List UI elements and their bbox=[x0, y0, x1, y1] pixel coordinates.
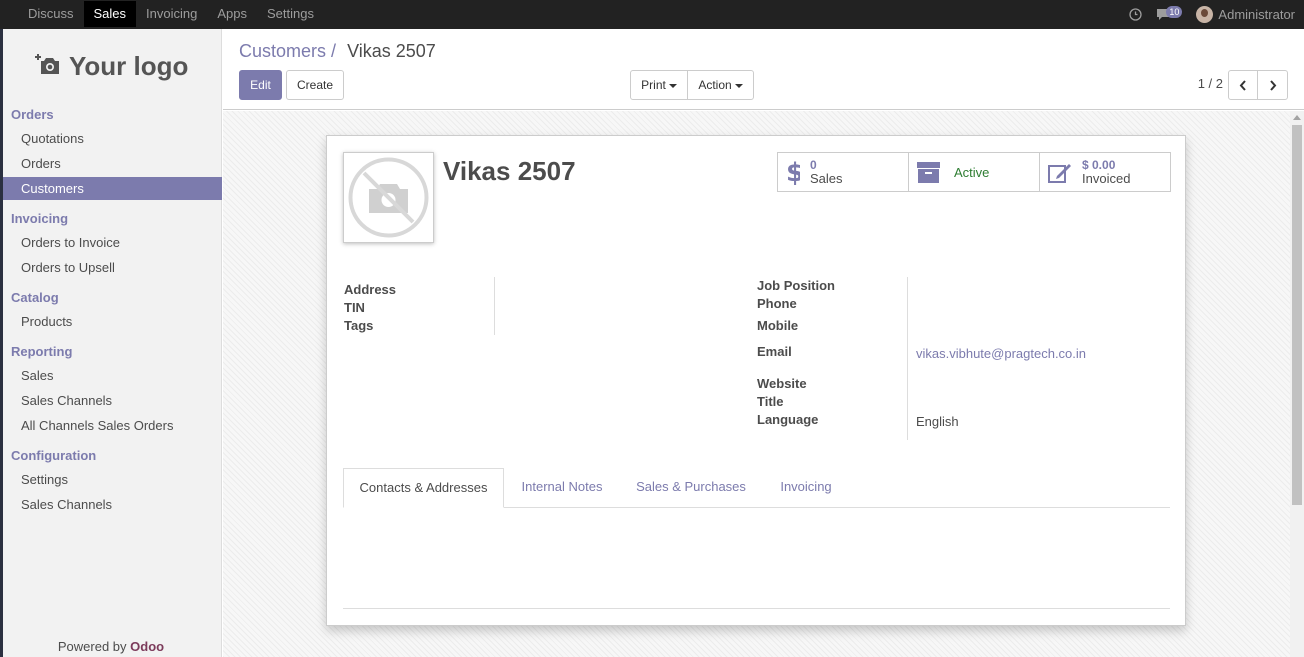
pager-value[interactable]: 1 / 2 bbox=[1198, 76, 1223, 91]
sidebar-item-settings[interactable]: Settings bbox=[3, 468, 222, 491]
section-orders: Orders bbox=[11, 107, 54, 122]
chevron-left-icon bbox=[1239, 80, 1246, 91]
user-menu[interactable]: Administrator bbox=[1196, 6, 1295, 23]
active-toggle-button[interactable]: Active bbox=[909, 153, 1040, 191]
sales-count: 0 bbox=[810, 158, 817, 172]
sidebar-item-customers[interactable]: Customers bbox=[3, 177, 222, 200]
invoiced-amount: $ 0.00 bbox=[1082, 158, 1116, 172]
website-label: Website bbox=[757, 376, 807, 391]
active-label: Active bbox=[954, 164, 990, 180]
language-label: Language bbox=[757, 412, 819, 427]
message-count-badge: 10 bbox=[1166, 6, 1183, 18]
section-catalog: Catalog bbox=[11, 290, 59, 305]
powered-by: Powered by Odoo bbox=[0, 639, 222, 654]
logo-text: Your logo bbox=[69, 51, 189, 81]
email-value[interactable]: vikas.vibhute@pragtech.co.in bbox=[916, 346, 1086, 361]
scrollbar-thumb[interactable] bbox=[1292, 125, 1302, 505]
sidebar-item-sales[interactable]: Sales bbox=[3, 364, 222, 387]
sidebar-item-config-sales-channels[interactable]: Sales Channels bbox=[3, 493, 222, 516]
section-reporting: Reporting bbox=[11, 344, 73, 359]
notebook-tabs: Contacts & Addresses Internal Notes Sale… bbox=[343, 468, 1170, 508]
avatar bbox=[1196, 6, 1214, 23]
field-divider bbox=[907, 277, 908, 440]
sidebar-edge bbox=[0, 29, 3, 657]
action-button[interactable]: Action bbox=[687, 70, 754, 100]
messages-icon[interactable]: 10 bbox=[1156, 6, 1183, 21]
caret-down-icon bbox=[668, 83, 677, 88]
phone-label: Phone bbox=[757, 296, 797, 311]
smart-buttons: $ 0 Sales Active $ 0.00 Invoiced bbox=[777, 152, 1171, 192]
section-invoicing: Invoicing bbox=[11, 211, 69, 226]
tin-label: TIN bbox=[344, 300, 365, 315]
svg-text:$: $ bbox=[786, 159, 800, 185]
create-button[interactable]: Create bbox=[286, 70, 344, 100]
action-label: Action bbox=[698, 78, 732, 92]
camera-plus-icon bbox=[35, 51, 61, 82]
sidebar-item-sales-channels[interactable]: Sales Channels bbox=[3, 389, 222, 412]
edit-button[interactable]: Edit bbox=[239, 70, 282, 100]
breadcrumb-customers[interactable]: Customers bbox=[239, 41, 326, 61]
sales-label: Sales bbox=[810, 171, 843, 186]
activity-clock-icon[interactable] bbox=[1129, 8, 1143, 21]
tab-internal-notes[interactable]: Internal Notes bbox=[509, 468, 615, 508]
sidebar-item-orders[interactable]: Orders bbox=[3, 152, 222, 175]
no-photo-icon bbox=[348, 157, 429, 238]
powered-prefix: Powered by bbox=[57, 639, 127, 654]
caret-down-icon bbox=[734, 83, 743, 88]
print-label: Print bbox=[641, 78, 666, 92]
sidebar: Your logo Orders Quotations Orders Custo… bbox=[0, 29, 222, 657]
breadcrumb-separator: / bbox=[331, 41, 337, 61]
vertical-scrollbar[interactable] bbox=[1290, 111, 1304, 657]
menu-settings[interactable]: Settings bbox=[257, 0, 324, 29]
breadcrumb: Customers / Vikas 2507 bbox=[239, 41, 436, 62]
odoo-link[interactable]: Odoo bbox=[130, 639, 164, 654]
address-label: Address bbox=[344, 282, 397, 297]
field-divider bbox=[494, 277, 495, 335]
print-button[interactable]: Print bbox=[630, 70, 688, 100]
sidebar-item-all-channels-sales-orders[interactable]: All Channels Sales Orders bbox=[3, 414, 222, 437]
user-name: Administrator bbox=[1218, 7, 1295, 22]
archive-icon bbox=[917, 161, 940, 183]
sidebar-item-orders-to-upsell[interactable]: Orders to Upsell bbox=[3, 256, 222, 279]
sales-smart-button[interactable]: $ 0 Sales bbox=[778, 153, 909, 191]
control-panel: Customers / Vikas 2507 Edit Create Print… bbox=[223, 29, 1304, 110]
dollar-icon: $ bbox=[786, 159, 800, 185]
edit-document-icon bbox=[1048, 163, 1071, 183]
menu-apps[interactable]: Apps bbox=[207, 0, 257, 29]
job-position-label: Job Position bbox=[757, 278, 835, 293]
title-label: Title bbox=[757, 394, 784, 409]
tab-content-divider bbox=[343, 608, 1170, 609]
app-menu: Discuss Sales Invoicing Apps Settings bbox=[18, 0, 324, 29]
sidebar-item-quotations[interactable]: Quotations bbox=[3, 127, 222, 150]
language-value: English bbox=[916, 414, 959, 429]
invoiced-label: Invoiced bbox=[1082, 171, 1131, 186]
chevron-right-icon bbox=[1269, 80, 1276, 91]
sidebar-item-orders-to-invoice[interactable]: Orders to Invoice bbox=[3, 231, 222, 254]
partner-name: Vikas 2507 bbox=[443, 156, 576, 186]
tab-sales-purchases[interactable]: Sales & Purchases bbox=[623, 468, 759, 508]
email-label: Email bbox=[757, 344, 792, 359]
company-logo[interactable]: Your logo bbox=[35, 51, 188, 82]
menu-sales[interactable]: Sales bbox=[83, 1, 137, 27]
tab-contacts-addresses[interactable]: Contacts & Addresses bbox=[343, 468, 504, 508]
scroll-up-arrow-icon[interactable] bbox=[1293, 115, 1301, 120]
invoiced-smart-button[interactable]: $ 0.00 Invoiced bbox=[1040, 153, 1170, 191]
section-configuration: Configuration bbox=[11, 448, 97, 463]
pager-previous-button[interactable] bbox=[1228, 70, 1258, 100]
systray: 10 Administrator bbox=[1129, 0, 1304, 29]
tab-invoicing[interactable]: Invoicing bbox=[767, 468, 845, 508]
pager-next-button[interactable] bbox=[1257, 70, 1288, 100]
sidebar-item-products[interactable]: Products bbox=[3, 310, 222, 333]
tags-label: Tags bbox=[344, 318, 374, 333]
breadcrumb-current: Vikas 2507 bbox=[347, 41, 436, 61]
partner-image[interactable] bbox=[343, 152, 434, 243]
menu-invoicing[interactable]: Invoicing bbox=[136, 0, 207, 29]
menu-discuss[interactable]: Discuss bbox=[18, 0, 84, 29]
top-navbar: Discuss Sales Invoicing Apps Settings 10… bbox=[0, 0, 1304, 29]
form-sheet: Vikas 2507 $ 0 Sales Active $ 0.00 Invoi… bbox=[326, 135, 1186, 626]
mobile-label: Mobile bbox=[757, 318, 799, 333]
